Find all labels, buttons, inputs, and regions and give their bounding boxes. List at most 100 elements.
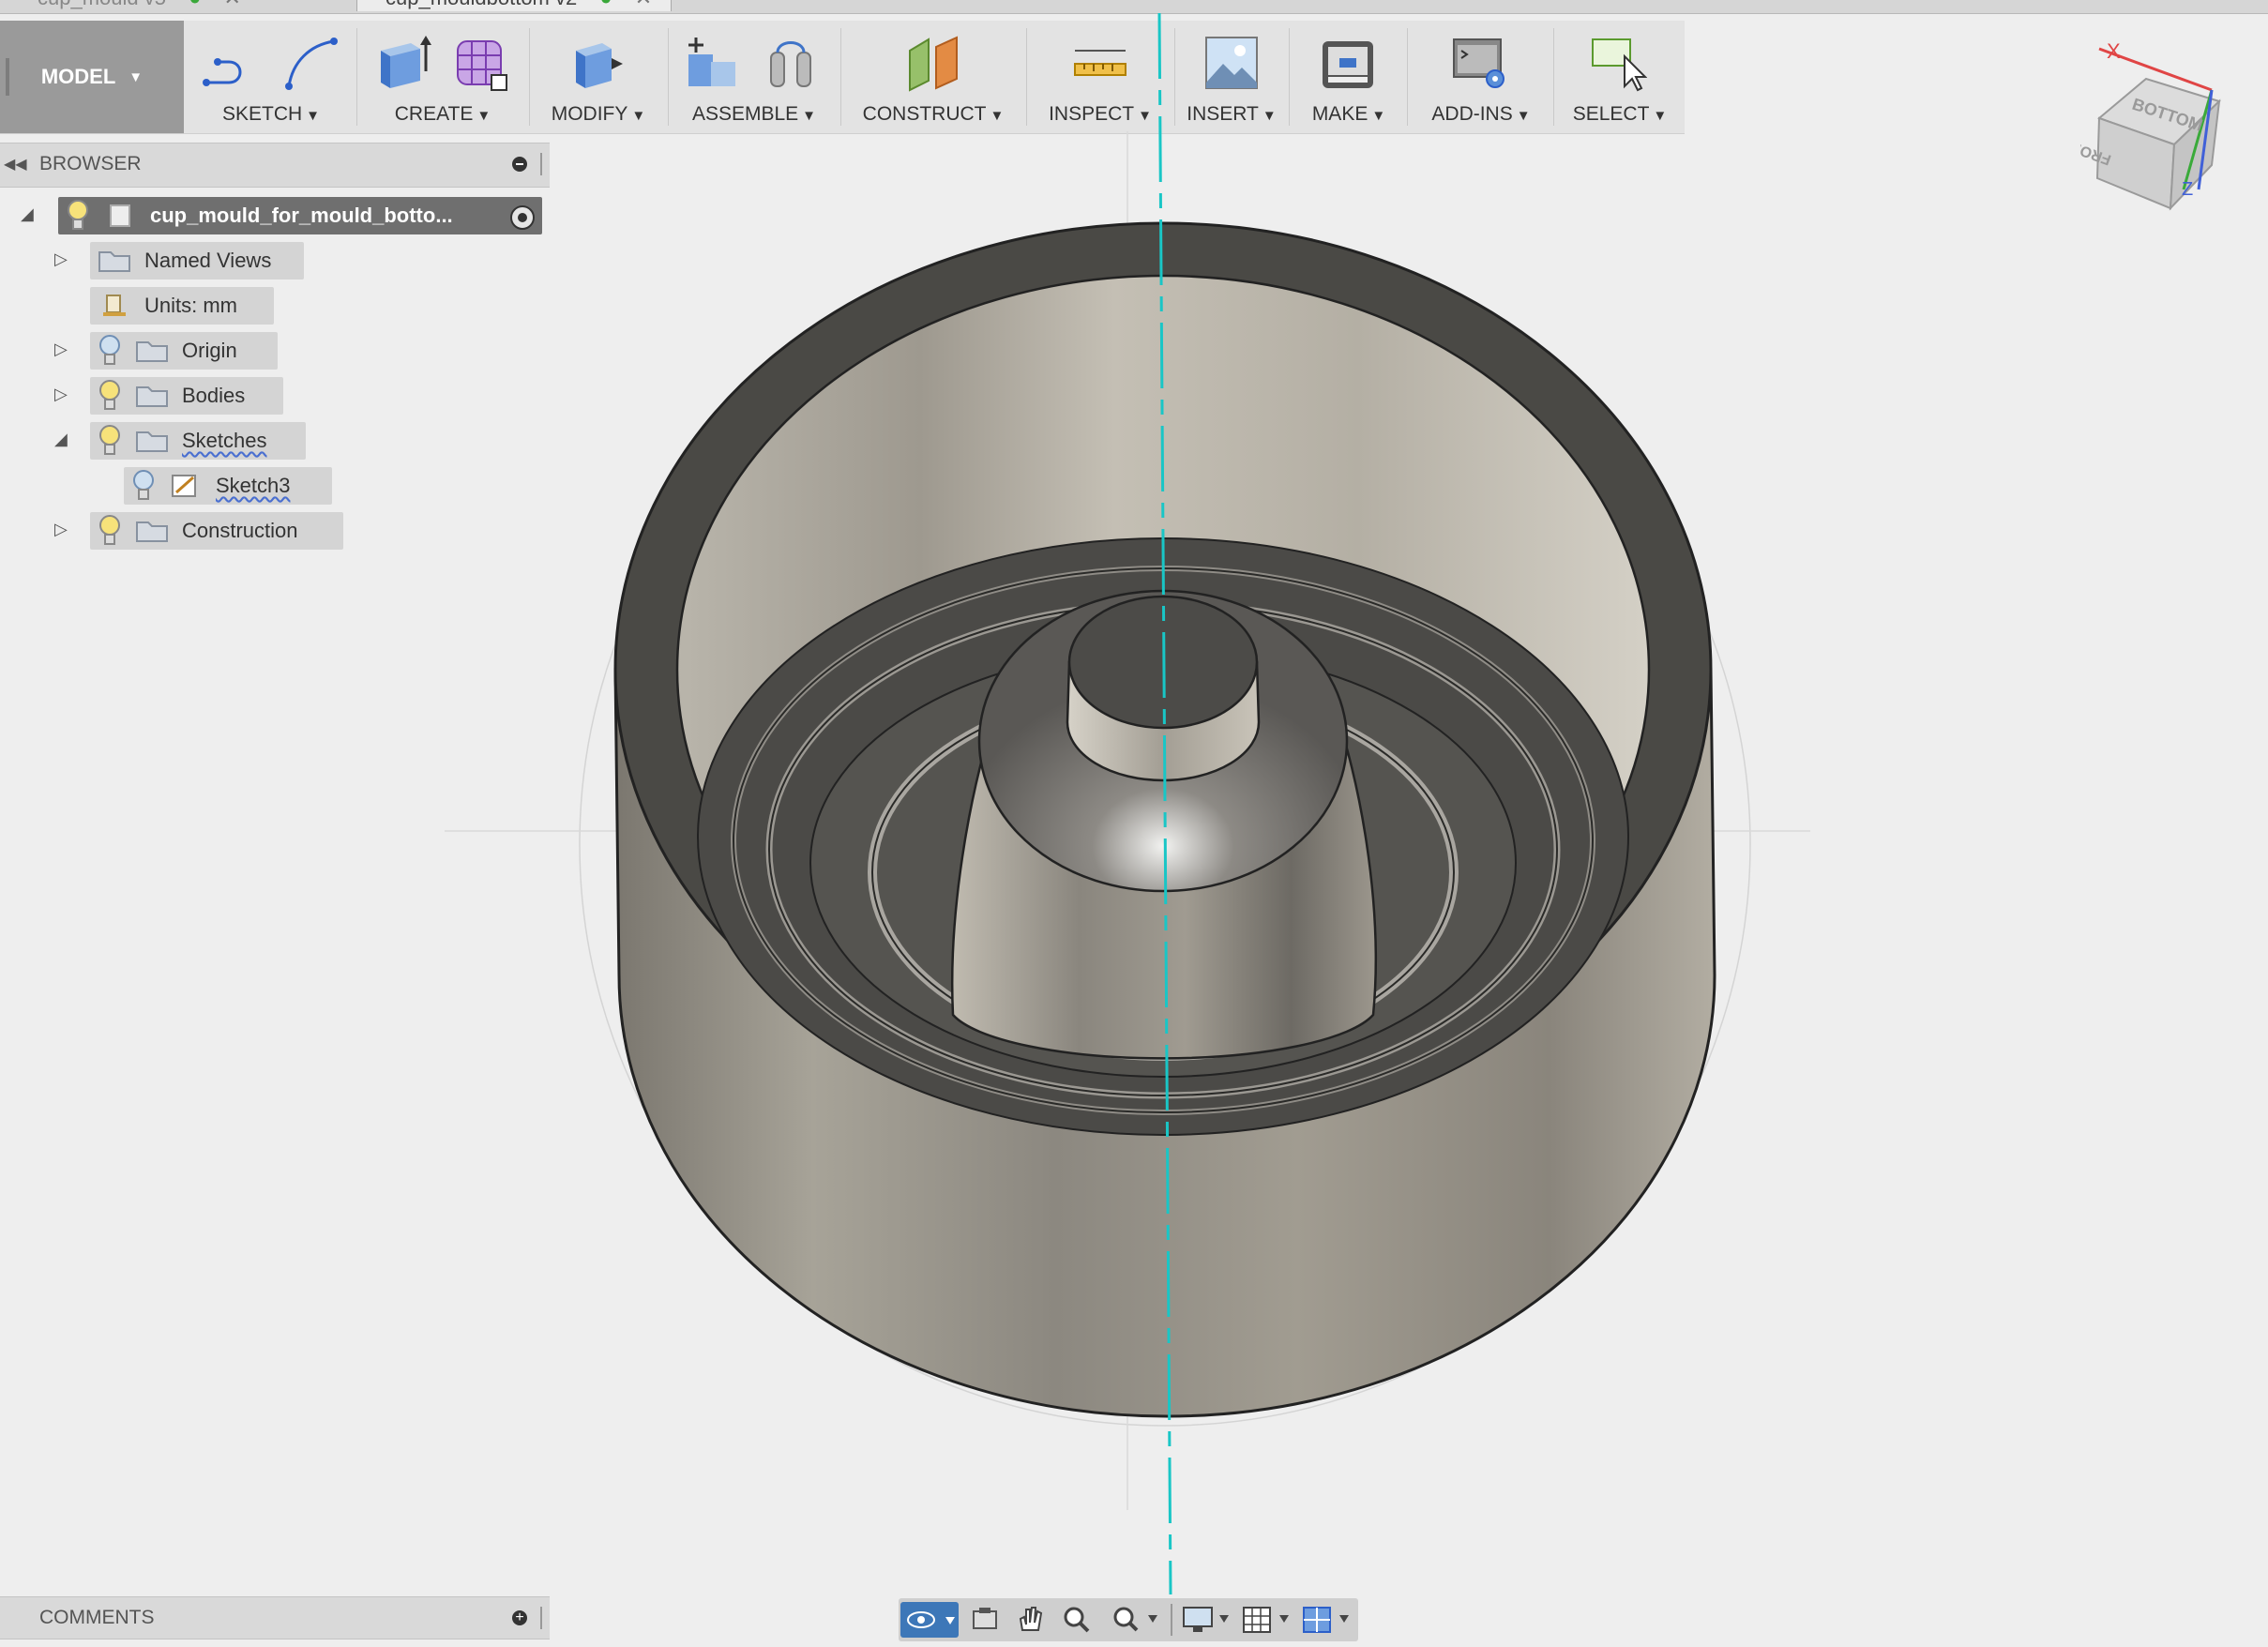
construct-menu[interactable]: CONSTRUCT ▼ bbox=[844, 21, 1022, 133]
tab-label: cup_mouldbottom v2 bbox=[386, 0, 577, 9]
workspace-switcher[interactable]: MODEL ▼ bbox=[0, 21, 184, 133]
workspace-label: MODEL bbox=[40, 65, 116, 88]
expand-triangle-icon[interactable]: ▷ bbox=[54, 340, 68, 359]
select-box-icon bbox=[1592, 38, 1647, 92]
construction-label: Construction bbox=[182, 519, 298, 542]
view-cube[interactable]: X Z BOTTOM FRONT bbox=[2059, 24, 2230, 212]
browser-item-origin[interactable]: ▷ Origin bbox=[0, 332, 375, 370]
tab-cup-mouldbottom[interactable]: cup_mouldbottom v2 ● ✕ bbox=[356, 0, 673, 11]
select-menu[interactable]: SELECT ▼ bbox=[1557, 21, 1683, 133]
display-settings-button[interactable] bbox=[1180, 1602, 1238, 1638]
close-icon[interactable]: ✕ bbox=[224, 0, 241, 9]
navigation-bar bbox=[899, 1598, 1358, 1641]
make-menu[interactable]: MAKE ▼ bbox=[1293, 21, 1405, 133]
sketch3-label: Sketch3 bbox=[216, 474, 291, 497]
browser-panel-header: ◀◀ BROWSER bbox=[0, 143, 550, 188]
look-at-button[interactable] bbox=[966, 1602, 1004, 1638]
browser-item-named-views[interactable]: ▷ Named Views bbox=[0, 242, 375, 280]
inspect-menu[interactable]: INSPECT ▼ bbox=[1030, 21, 1171, 133]
arc-tool-icon bbox=[285, 38, 338, 90]
chevron-down-icon: ▼ bbox=[476, 108, 491, 124]
chevron-down-icon: ▼ bbox=[306, 108, 321, 124]
look-at-icon bbox=[973, 1608, 997, 1629]
component-icon bbox=[110, 204, 130, 227]
collapse-triangle-icon[interactable]: ◢ bbox=[54, 430, 68, 449]
modify-label: MODIFY bbox=[551, 103, 628, 125]
chevron-down-icon: ▼ bbox=[1262, 108, 1277, 124]
create-menu[interactable]: CREATE ▼ bbox=[360, 21, 525, 133]
minimize-icon[interactable] bbox=[512, 157, 527, 172]
insert-menu[interactable]: INSERT ▼ bbox=[1178, 21, 1285, 133]
lightbulb-icon[interactable] bbox=[98, 424, 122, 458]
form-icon bbox=[457, 40, 507, 91]
chevron-down-icon: ▼ bbox=[631, 108, 646, 124]
browser-item-units[interactable]: Units: mm bbox=[0, 287, 375, 325]
script-icon bbox=[1453, 38, 1504, 88]
lightbulb-off-icon[interactable] bbox=[98, 334, 122, 368]
addins-label: ADD-INS bbox=[1431, 103, 1513, 125]
folder-icon bbox=[136, 386, 168, 407]
sketch-label: SKETCH bbox=[221, 103, 303, 125]
folder-icon bbox=[136, 431, 168, 452]
line-tool-icon bbox=[203, 58, 242, 86]
zoom-icon bbox=[1064, 1607, 1090, 1633]
lightbulb-off-icon[interactable] bbox=[131, 469, 156, 503]
lightbulb-icon[interactable] bbox=[66, 199, 90, 233]
browser-item-sketches[interactable]: ◢ Sketches bbox=[0, 422, 375, 460]
activate-radio-icon[interactable] bbox=[510, 205, 535, 230]
bodies-pill: Bodies bbox=[90, 377, 283, 415]
select-label: SELECT bbox=[1572, 103, 1650, 125]
saved-status-icon: ● bbox=[599, 0, 612, 9]
panel-grip[interactable] bbox=[540, 153, 542, 175]
close-icon[interactable]: ✕ bbox=[635, 0, 652, 9]
chevron-down-icon: ▼ bbox=[1653, 108, 1668, 124]
expand-triangle-icon[interactable]: ▷ bbox=[54, 385, 68, 404]
plane-icon bbox=[909, 36, 958, 92]
viewports-icon bbox=[1303, 1607, 1349, 1633]
orbit-icon bbox=[907, 1611, 955, 1628]
assemble-label: ASSEMBLE bbox=[691, 103, 799, 125]
make-label: MAKE bbox=[1311, 103, 1368, 125]
add-comment-icon[interactable]: + bbox=[512, 1610, 527, 1625]
collapse-panel-icon[interactable]: ◀◀ bbox=[4, 155, 27, 174]
insert-label: INSERT bbox=[1187, 103, 1259, 125]
lightbulb-icon[interactable] bbox=[98, 514, 122, 548]
construct-label: CONSTRUCT bbox=[862, 103, 987, 125]
create-label: CREATE bbox=[394, 103, 474, 125]
comments-panel-header[interactable]: COMMENTS + bbox=[0, 1596, 550, 1639]
origin-pill: Origin bbox=[90, 332, 278, 370]
grid-settings-button[interactable] bbox=[1240, 1602, 1298, 1638]
browser-item-construction[interactable]: ▷ Construction bbox=[0, 512, 375, 550]
tab-cup-mould[interactable]: cup_mould v5 ● ✕ bbox=[38, 0, 241, 11]
zoom-button[interactable] bbox=[1058, 1602, 1096, 1638]
expand-triangle-icon[interactable]: ▷ bbox=[54, 520, 68, 539]
ruler-icon bbox=[1074, 50, 1126, 76]
main-toolbar: MODEL ▼ SKETCH ▼ CREATE ▼ MODIFY ▼ ASSEM… bbox=[0, 21, 1685, 134]
fit-button[interactable] bbox=[1107, 1602, 1165, 1638]
axis-z-label: Z bbox=[2182, 179, 2193, 200]
lightbulb-icon[interactable] bbox=[98, 379, 122, 413]
expand-triangle-icon[interactable]: ▷ bbox=[54, 249, 68, 269]
monitor-icon bbox=[1183, 1607, 1229, 1632]
assemble-menu[interactable]: ASSEMBLE ▼ bbox=[672, 21, 837, 133]
sketch-icon bbox=[172, 475, 196, 497]
box-icon bbox=[381, 36, 431, 88]
new-component-icon bbox=[688, 38, 735, 86]
pan-button[interactable] bbox=[1011, 1602, 1049, 1638]
modify-menu[interactable]: MODIFY ▼ bbox=[533, 21, 664, 133]
panel-grip[interactable] bbox=[540, 1607, 542, 1629]
expand-triangle-icon[interactable]: ◢ bbox=[21, 204, 34, 224]
units-pill: Units: mm bbox=[90, 287, 274, 325]
browser-item-bodies[interactable]: ▷ Bodies bbox=[0, 377, 375, 415]
orbit-button[interactable] bbox=[900, 1602, 959, 1638]
sketch-menu[interactable]: SKETCH ▼ bbox=[188, 21, 355, 133]
browser-root-row[interactable]: ◢ cup_mould_for_mould_botto... bbox=[0, 197, 553, 234]
document-tabs: cup_mould v5 ● ✕ cup_mouldbottom v2 ● ✕ bbox=[0, 0, 2268, 14]
image-icon bbox=[1205, 37, 1258, 89]
viewports-button[interactable] bbox=[1300, 1602, 1358, 1638]
addins-menu[interactable]: ADD-INS ▼ bbox=[1411, 21, 1551, 133]
comments-title: COMMENTS bbox=[39, 1607, 155, 1628]
root-component[interactable]: cup_mould_for_mould_botto... bbox=[58, 197, 542, 234]
browser-item-sketch3[interactable]: Sketch3 bbox=[0, 467, 375, 505]
sketches-label: Sketches bbox=[182, 429, 267, 452]
